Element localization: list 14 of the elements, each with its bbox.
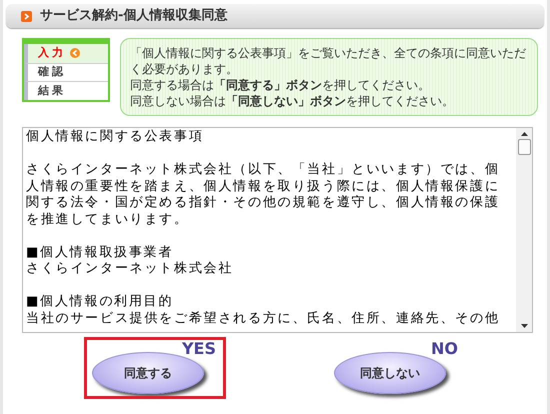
terms-text: 当社のサービス提供をご希望される方に、氏名、住所、連絡先、その他 (26, 310, 501, 327)
step-item: 結果 (24, 81, 108, 100)
step-item: 確認 (24, 62, 108, 82)
page-title: サービス解約-個人情報収集同意 (40, 6, 228, 26)
terms-text: さくらインターネット株式会社 (26, 261, 234, 278)
step-item: 入力 (24, 44, 108, 63)
notice-text: 「個人情報に関する公表事項」をご覧いただき、全ての条項に同意いただく必要があります。 (130, 45, 527, 77)
terms-paragraph: さくらインターネット株式会社（以下、「当社」といいます）では、個人情報の重要性を踏まえ、個人情報を取り扱う際には、個人情報保護に関する法令・国が定める指針・その他の規範を遵守し、個人情報の保護を推進してまいります。 (26, 162, 501, 228)
terms-box[interactable]: 個人情報に関する公表事項 さくらインターネット株式会社（以下、「当社」といいます）では、個人情報の重要性を踏まえ、個人情報を取り扱う際には、個人情報保護に関する法令・国が定める指針・その他の規範を遵守し、個人情報の保護を推進してまいります。 ■個人情報取扱事業者 さくらインターネット株式会社 ■個人情報の利用目的 当社のサービス提供をご希望される方に、氏名、住所、連絡先、その他 (22, 127, 533, 333)
notice-text: 同意する場合は「同意する」ボタンを押してください。 (130, 77, 431, 93)
terms-heading: ■個人情報取扱事業者 (26, 244, 174, 261)
terms-heading: 個人情報に関する公表事項 (26, 129, 205, 146)
terms-heading: ■個人情報の利用目的 (26, 294, 174, 310)
notice-text: 同意しない場合は「同意しない」ボタンを押してください。 (130, 93, 455, 109)
